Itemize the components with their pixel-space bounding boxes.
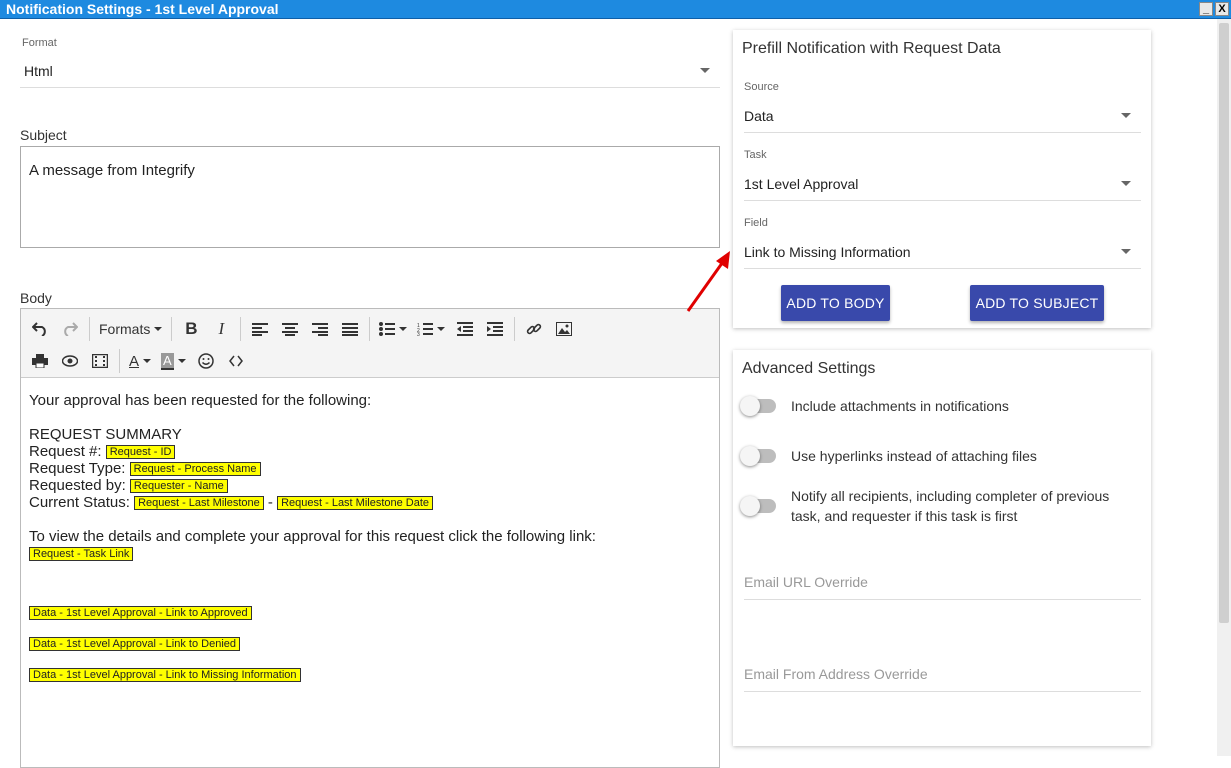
field-label: Field [744, 217, 768, 229]
request-type-label: Request Type: [29, 460, 126, 477]
summary-heading: REQUEST SUMMARY [29, 426, 182, 443]
italic-icon[interactable]: I [206, 315, 236, 343]
preview-icon[interactable] [55, 347, 85, 375]
field-value: Link to Missing Information [744, 244, 911, 260]
prefill-title: Prefill Notification with Request Data [742, 40, 1001, 57]
align-center-icon[interactable] [275, 315, 305, 343]
intro-text: Your approval has been requested for the… [29, 392, 372, 409]
body-label: Body [20, 290, 52, 306]
link-icon[interactable] [519, 315, 549, 343]
text-color-icon[interactable]: A [124, 347, 156, 375]
current-status-label: Current Status: [29, 494, 130, 511]
hyperlinks-toggle[interactable] [740, 446, 776, 466]
request-id-tag: Request - ID [105, 445, 176, 460]
view-details-text: To view the details and complete your ap… [29, 528, 596, 545]
editor-toolbar: Formats B I 123 A A [21, 309, 719, 378]
subject-label: Subject [20, 127, 67, 143]
status-dash: - [267, 494, 273, 511]
image-icon[interactable] [549, 315, 579, 343]
notify-all-toggle[interactable] [740, 496, 776, 516]
subject-input[interactable]: A message from Integrify [20, 146, 720, 248]
email-from-override-input[interactable]: Email From Address Override [744, 656, 1141, 692]
align-justify-icon[interactable] [335, 315, 365, 343]
vertical-scrollbar[interactable] [1217, 19, 1231, 756]
background-color-icon[interactable]: A [156, 347, 191, 375]
notify-all-toggle-label: Notify all recipients, including complet… [791, 488, 1110, 524]
source-code-icon[interactable] [221, 347, 251, 375]
close-button[interactable]: X [1215, 2, 1229, 16]
svg-text:3: 3 [417, 332, 420, 336]
format-label: Format [22, 37, 57, 49]
formats-dropdown[interactable]: Formats [94, 315, 167, 343]
media-icon[interactable] [85, 347, 115, 375]
bullet-list-icon[interactable] [374, 315, 412, 343]
annotation-arrow-icon [686, 251, 730, 312]
format-select[interactable]: Html [20, 54, 720, 88]
advanced-title: Advanced Settings [742, 360, 876, 377]
request-num-label: Request #: [29, 443, 102, 460]
chevron-down-icon [1121, 181, 1131, 186]
advanced-settings-card: Advanced Settings Include attachments in… [733, 350, 1151, 746]
chevron-down-icon [1121, 249, 1131, 254]
bold-icon[interactable]: B [176, 315, 206, 343]
task-label: Task [744, 149, 767, 161]
scrollbar-thumb[interactable] [1219, 23, 1229, 623]
source-label: Source [744, 81, 779, 93]
align-right-icon[interactable] [305, 315, 335, 343]
link-denied-tag: Data - 1st Level Approval - Link to Deni… [29, 637, 241, 652]
print-icon[interactable] [25, 347, 55, 375]
link-approved-tag: Data - 1st Level Approval - Link to Appr… [29, 606, 252, 621]
prefill-card: Prefill Notification with Request Data S… [733, 30, 1151, 328]
chevron-down-icon [1121, 113, 1131, 118]
undo-icon[interactable] [25, 315, 55, 343]
editor-content[interactable]: Your approval has been requested for the… [21, 378, 719, 697]
numbered-list-icon[interactable]: 123 [412, 315, 450, 343]
window-title: Notification Settings - 1st Level Approv… [6, 1, 279, 17]
hyperlinks-toggle-label: Use hyperlinks instead of attaching file… [791, 448, 1037, 464]
task-value: 1st Level Approval [744, 176, 859, 192]
last-milestone-date-tag: Request - Last Milestone Date [277, 496, 434, 511]
link-missing-info-tag: Data - 1st Level Approval - Link to Miss… [29, 668, 301, 683]
source-select[interactable]: Data [744, 99, 1141, 133]
chevron-down-icon [700, 68, 710, 73]
requester-name-tag: Requester - Name [129, 479, 228, 494]
requested-by-label: Requested by: [29, 477, 126, 494]
format-value: Html [24, 63, 53, 79]
subject-value: A message from Integrify [29, 162, 195, 179]
add-to-body-button[interactable]: ADD TO BODY [781, 285, 890, 321]
indent-icon[interactable] [480, 315, 510, 343]
align-left-icon[interactable] [245, 315, 275, 343]
window-titlebar: Notification Settings - 1st Level Approv… [0, 0, 1231, 19]
formats-label: Formats [99, 321, 151, 337]
minimize-button[interactable]: _ [1199, 2, 1213, 16]
redo-icon[interactable] [55, 315, 85, 343]
field-select[interactable]: Link to Missing Information [744, 235, 1141, 269]
task-link-tag: Request - Task Link [29, 547, 134, 562]
last-milestone-tag: Request - Last Milestone [134, 496, 264, 511]
outdent-icon[interactable] [450, 315, 480, 343]
add-to-subject-button[interactable]: ADD TO SUBJECT [970, 285, 1104, 321]
request-process-tag: Request - Process Name [129, 462, 261, 477]
email-url-override-input[interactable]: Email URL Override [744, 564, 1141, 600]
task-select[interactable]: 1st Level Approval [744, 167, 1141, 201]
attachments-toggle[interactable] [740, 396, 776, 416]
source-value: Data [744, 108, 774, 124]
emoticon-icon[interactable] [191, 347, 221, 375]
attachments-toggle-label: Include attachments in notifications [791, 398, 1009, 414]
body-editor: Formats B I 123 A A Your approval has be… [20, 308, 720, 768]
